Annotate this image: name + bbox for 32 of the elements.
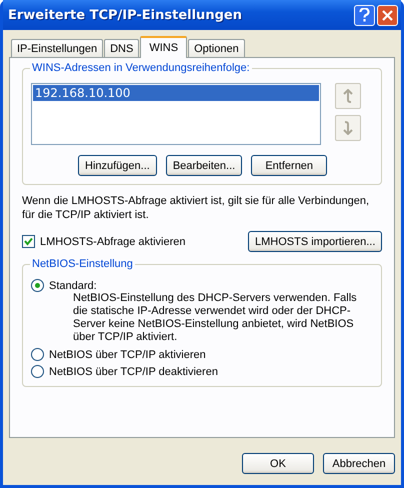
list-action-button[interactable]: Entfernen	[251, 155, 328, 176]
import-button[interactable]: LMHOSTS importieren...	[248, 231, 382, 252]
radio-label: NetBIOS über TCP/IP aktivieren	[49, 348, 206, 360]
help-button[interactable]	[354, 4, 375, 26]
radio-button[interactable]	[31, 348, 44, 361]
down-arrow-icon	[343, 121, 353, 135]
close-button[interactable]	[377, 4, 398, 26]
radio-button[interactable]	[31, 279, 44, 292]
radio-label: Standard:	[49, 280, 97, 292]
tab[interactable]: WINS	[140, 36, 188, 58]
group-title: WINS-Adressen in Verwendungsreihenfolge:	[30, 62, 252, 74]
radio-button[interactable]	[31, 365, 44, 378]
list-item[interactable]: 192.168.10.100	[33, 85, 319, 101]
lmhosts-description: Wenn die LMHOSTS-Abfrage aktiviert ist, gilt sie für alle Verbindungen, für die TCP/IP aktiviert ist.	[22, 194, 370, 222]
up-arrow-icon	[343, 89, 353, 103]
question-mark-icon	[359, 8, 370, 22]
lmhosts-checkbox[interactable]: LMHOSTS-Abfrage aktivieren	[22, 235, 186, 248]
window-title: Erweiterte TCP/IP-Einstellungen	[8, 8, 243, 22]
dialog-button[interactable]: OK	[242, 453, 314, 474]
option-description: NetBIOS-Einstellung des DHCP-Servers verwenden. Falls die statische IP-Adresse verwendet wird oder der DHCP-Server keine NetBIOS-Einstellung anbietet, wird NetBIOS über TCP/IP aktiviert.	[72, 292, 358, 344]
tab[interactable]: IP-Einstellungen	[11, 39, 104, 57]
group-title: NetBIOS-Einstellung	[30, 258, 135, 270]
close-icon	[382, 10, 393, 20]
checkbox-label: LMHOSTS-Abfrage aktivieren	[40, 236, 186, 248]
checkbox-box[interactable]	[22, 235, 35, 248]
address-list[interactable]: 192.168.10.100	[31, 83, 321, 145]
list-action-button[interactable]: Bearbeiten...	[166, 155, 242, 176]
tab[interactable]: DNS	[104, 39, 140, 57]
dialog-button[interactable]: Abbrechen	[323, 453, 395, 474]
radio-label: NetBIOS über TCP/IP deaktivieren	[49, 366, 218, 378]
list-action-button[interactable]: Hinzufügen...	[78, 155, 157, 176]
tab[interactable]: Optionen	[188, 39, 245, 57]
